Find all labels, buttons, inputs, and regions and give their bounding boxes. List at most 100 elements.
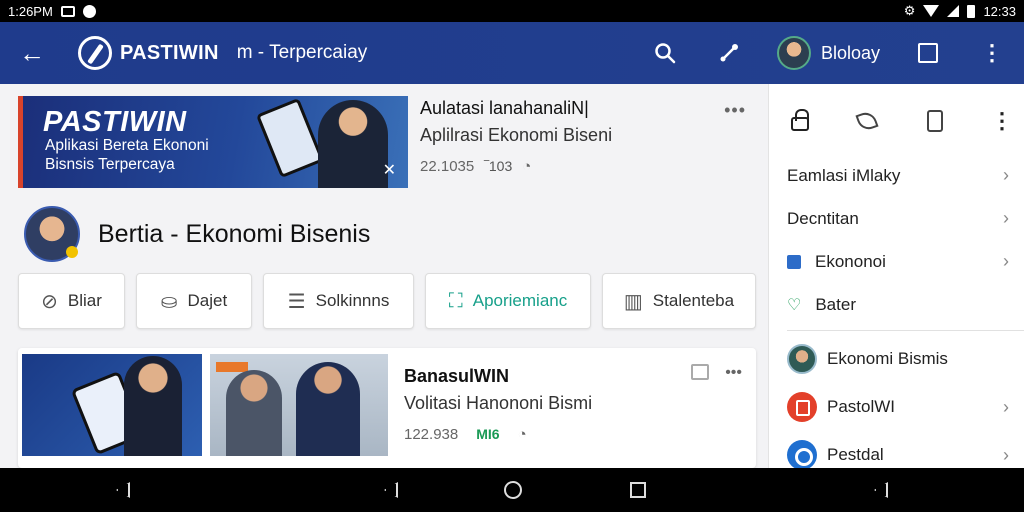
post-more-button[interactable]: ••• [725,364,742,382]
businessman-image [318,100,388,188]
chip-label: Solkinnns [315,291,390,310]
side-item-bater[interactable]: ♡ Bater [769,283,1024,326]
logo-text: PASTIWIN [120,41,219,64]
post-badge: MI6 [476,426,500,442]
status-bar: 1:26PM ⚙ 12:33 [0,0,1024,22]
side-item-pestdal[interactable]: Pestdal › [769,431,1024,468]
side-item-label: Bater [815,294,856,314]
banner-title: PASTIWIN [43,106,187,138]
divider [787,330,1024,331]
back-nav-icon-2[interactable] [384,482,398,498]
recents-icon[interactable] [630,482,646,498]
post-title: BanasulWIN [404,366,510,386]
arrow-left-icon: ← [19,37,45,68]
side-item-pastolwi[interactable]: PastolWI › [769,383,1024,431]
profile-name: Bloloay [820,42,880,63]
share-button[interactable] [697,22,761,84]
chevron-right-icon: › [1003,165,1009,185]
more-vertical-icon: ⋮ [990,108,1013,133]
post-card[interactable]: BanasulWIN Volitasi Hanononi Bismi 122.9… [18,348,756,468]
channel-title: Bertia - Ekonomi Bisenis [98,219,371,248]
avatar [787,344,817,374]
chip-dajet[interactable]: ⛀ Dajet [136,273,252,329]
avatar [776,36,811,70]
side-item-ekonomi-bismis[interactable]: Ekonomi Bismis [769,335,1024,383]
chevron-right-icon: › [1003,208,1009,228]
post-thumbnail-2 [210,354,388,456]
bag-icon: ⛀ [160,290,178,313]
share-icon [720,44,738,62]
window-button[interactable] [896,22,960,84]
main-content: PASTIWIN Aplikasi Bereta Ekononi Bisnsis… [0,84,768,468]
chip-solkinnns[interactable]: ☰ Solkinnns [263,273,414,329]
clipboard-button[interactable] [922,108,948,134]
feature-more-button[interactable]: ••• [724,100,746,121]
message-icon [60,5,75,17]
status-time-left: 1:26PM [8,3,53,19]
leaf-button[interactable] [854,108,880,134]
side-more-button[interactable]: ⋮ [989,108,1015,134]
lock-button[interactable] [787,108,813,134]
search-button[interactable] [633,22,697,84]
post-count: 122.938 [404,426,459,443]
wifi-icon [923,5,940,17]
link-icon: ⊘ [41,290,58,313]
banner-subtitle-line2: Bisnsis Terpercaya [45,156,175,174]
channel-header: Bertia - Ekonomi Bisenis [24,206,370,262]
side-item-decntitan[interactable]: Decntitan › [769,197,1024,240]
reaction-icon: ◔ [522,158,532,175]
chip-stalenteba[interactable]: ▥ Stalenteba [602,273,756,329]
bar-chart-icon: ▥ [623,290,643,313]
side-item-label: Ekonomi Bismis [827,349,948,368]
overflow-menu-button[interactable]: ⋮ [960,22,1024,84]
banner-subtitle-line1: Aplikasi Bereta Ekononi [45,137,209,154]
app-icon [787,440,817,468]
chip-label: Dajet [187,291,228,310]
promo-banner[interactable]: PASTIWIN Aplikasi Bereta Ekononi Bisnsis… [18,96,408,188]
feature-count: 22.1035 [420,158,475,175]
back-nav-icon[interactable] [116,482,130,498]
image-icon[interactable] [691,364,710,380]
status-time-right: 12:33 [983,3,1016,19]
channel-avatar[interactable] [24,206,80,262]
square-icon [918,43,938,63]
chip-bliar[interactable]: ⊘ Bliar [18,273,125,329]
back-button[interactable]: ← [0,22,64,84]
profile-button[interactable]: Bloloay [776,36,880,70]
side-panel: ⋮ Eamlasi iMlaky › Decntitan › Ekononoi … [768,84,1024,468]
feature-meta: 22.1035 ‾103 ◔ [420,158,750,175]
side-item-eamlasi[interactable]: Eamlasi iMlaky › [769,154,1024,197]
alarm-icon: ⚙ [903,3,916,18]
back-nav-icon-3[interactable] [874,482,888,498]
clipboard-icon [926,110,943,132]
more-vertical-icon: ⋮ [981,40,1003,65]
banner-subtitle: Aplikasi Bereta Ekononi Bisnsis Terperca… [45,136,209,175]
expand-icon: ✕ [382,162,396,179]
chip-label: Bliar [67,291,102,310]
app-bar: ← PASTIWIN m - Terpercaiay Bloloay ⋮ [0,22,1024,84]
app-logo[interactable]: PASTIWIN [78,36,219,70]
briefcase-icon: ⛶ [448,289,463,312]
chevron-right-icon: › [1003,251,1009,271]
document-icon: ☰ [287,290,306,313]
side-toolbar: ⋮ [787,108,1015,134]
app-icon [787,392,817,422]
side-item-ekononoi[interactable]: Ekononoi › [769,240,1024,283]
tablet-image [255,97,325,179]
home-icon[interactable] [504,481,522,499]
chevron-right-icon: › [1003,396,1009,417]
side-item-label: Pestdal [827,445,884,464]
leaf-icon [855,109,879,133]
reaction-icon: ◔ [517,426,527,443]
post-info: BanasulWIN Volitasi Hanononi Bismi 122.9… [404,366,592,443]
chip-label: Aporiemianc [472,291,568,310]
chart-icon [787,254,801,269]
app-subtitle: m - Terpercaiay [236,42,368,63]
battery-icon [967,4,976,18]
search-icon [655,43,676,64]
feature-info: Aulatasi lanahanaliN| Aplilrasi Ekonomi … [420,98,750,175]
category-chips: ⊘ Bliar ⛀ Dajet ☰ Solkinnns ⛶ Aporiemian… [18,273,756,329]
chip-aporiemianc[interactable]: ⛶ Aporiemianc [425,273,591,329]
post-meta: 122.938 MI6 ◔ [404,426,592,443]
heart-icon: ♡ [787,296,802,314]
